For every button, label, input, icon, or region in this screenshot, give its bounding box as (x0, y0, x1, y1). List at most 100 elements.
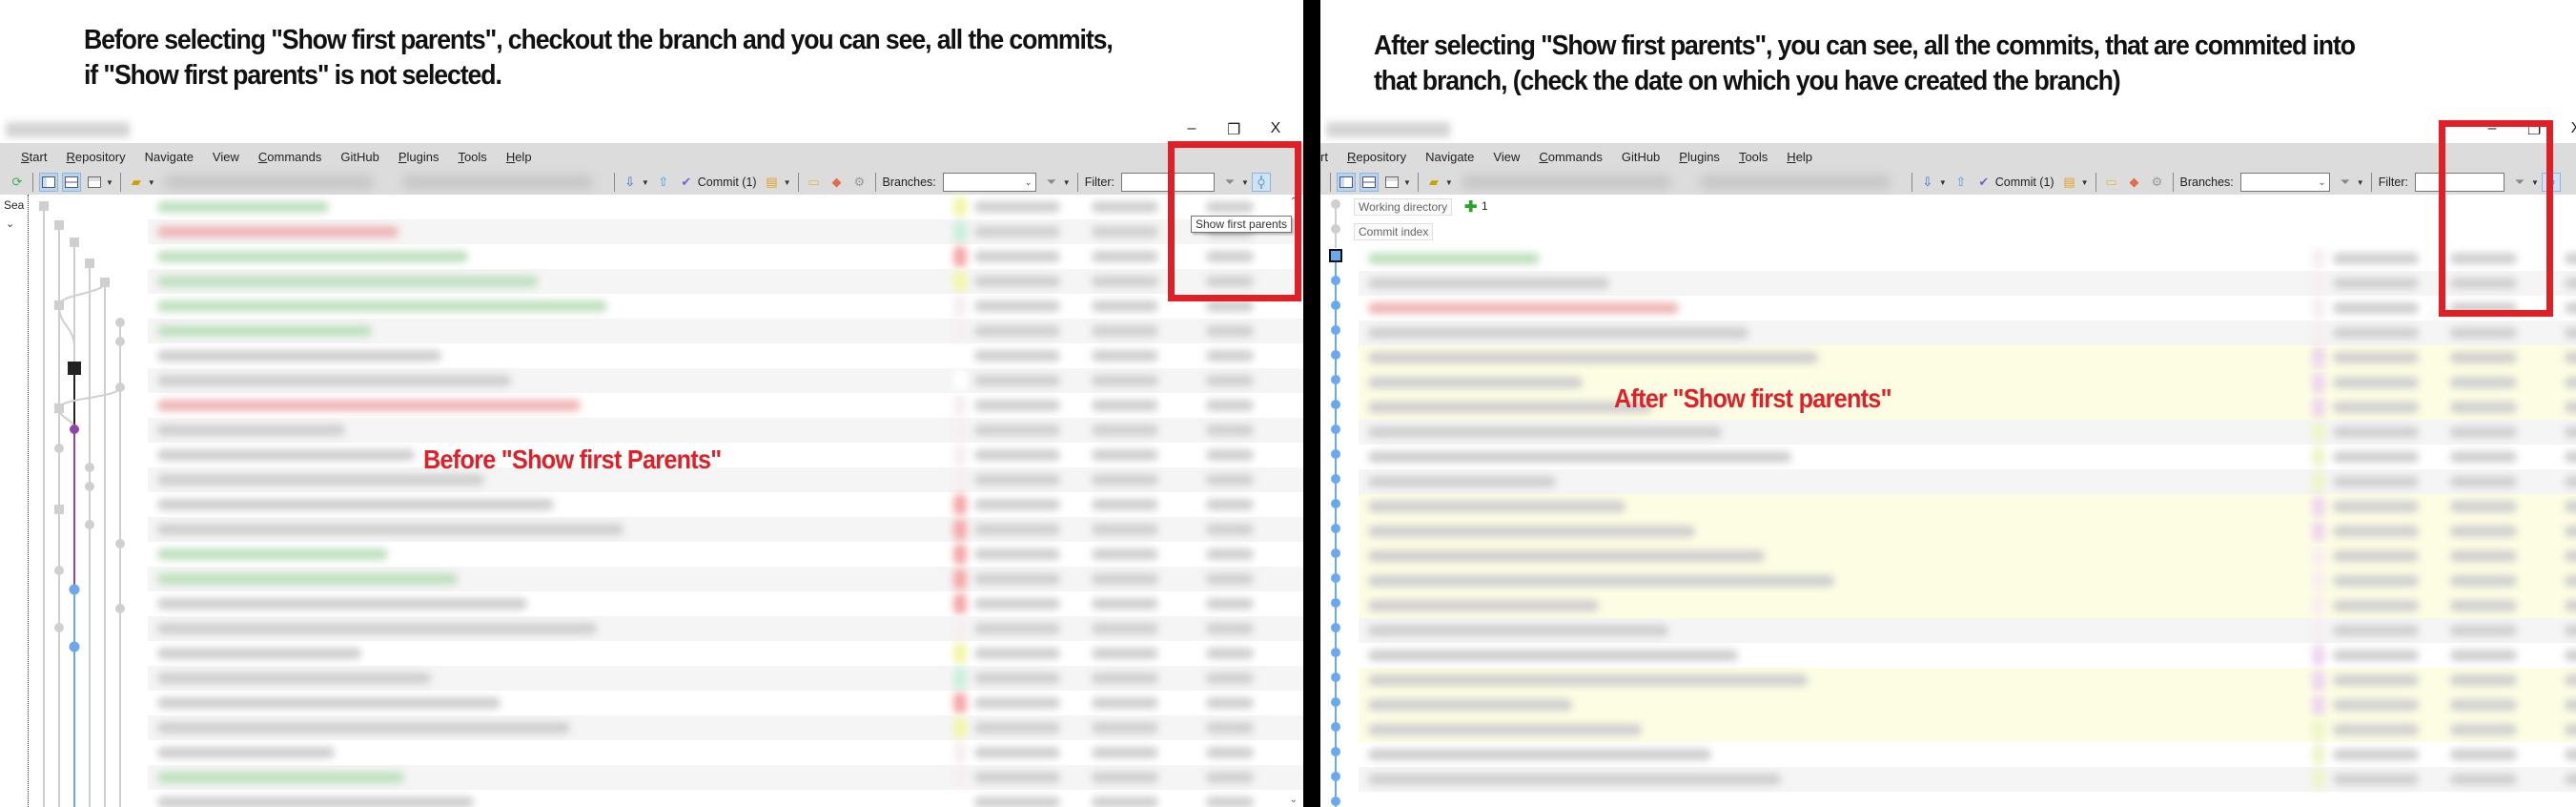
commit-row[interactable] (1359, 618, 2576, 643)
menu-commands[interactable]: Commands (249, 150, 331, 164)
commit-node[interactable] (1331, 697, 1340, 707)
commit-node[interactable] (54, 220, 64, 230)
commit-row[interactable] (1359, 544, 2576, 569)
commit-node[interactable] (1331, 424, 1340, 434)
commit-node[interactable] (54, 404, 64, 413)
commit-node[interactable] (1331, 325, 1340, 335)
commit-node[interactable] (115, 337, 125, 346)
menu-plugins[interactable]: Plugins (389, 150, 449, 164)
commit-node[interactable] (1331, 747, 1340, 756)
commit-node[interactable] (1331, 224, 1340, 234)
commit-row[interactable] (148, 666, 1303, 691)
commit-node[interactable] (85, 463, 94, 472)
commit-row[interactable] (1359, 469, 2576, 494)
commit-node[interactable] (1331, 772, 1340, 781)
commit-node[interactable] (1331, 449, 1340, 459)
refresh-icon[interactable]: ⟳ (8, 173, 27, 192)
commit-row[interactable] (1359, 296, 2576, 321)
commit-row[interactable] (148, 418, 1303, 443)
commit-node[interactable] (1331, 524, 1340, 533)
commit-node[interactable] (54, 444, 64, 453)
commit-row[interactable] (1359, 494, 2576, 519)
layout-top-icon[interactable] (62, 173, 81, 192)
pull-dropdown-caret[interactable]: ▼ (642, 178, 649, 187)
commit-button[interactable]: Commit (1) (698, 176, 757, 189)
commit-row[interactable] (1359, 742, 2576, 767)
commit-node[interactable] (1331, 300, 1340, 310)
menu-help[interactable]: Help (1777, 150, 1822, 164)
commit-row[interactable] (148, 443, 1303, 467)
push-icon[interactable]: ⇧ (1952, 173, 1971, 192)
stash-icon[interactable]: ▤ (2060, 173, 2079, 192)
commit-row[interactable] (1359, 717, 2576, 742)
commit-node[interactable] (100, 278, 110, 287)
layout-dropdown-caret[interactable]: ▼ (1403, 178, 1411, 187)
layout-top-icon[interactable] (1360, 173, 1379, 192)
commit-node[interactable] (69, 584, 80, 595)
commit-row[interactable] (148, 467, 1303, 492)
head-commit-node[interactable] (1329, 249, 1342, 262)
commit-row[interactable] (148, 641, 1303, 666)
menu-commands[interactable]: Commands (1529, 150, 1611, 164)
git-icon[interactable]: ◆ (2125, 173, 2144, 192)
git-icon[interactable]: ◆ (828, 173, 847, 192)
commit-row[interactable] (1359, 643, 2576, 668)
commit-node[interactable] (1331, 722, 1340, 732)
layout-bottom-icon[interactable] (85, 173, 104, 192)
commit-row[interactable] (148, 393, 1303, 418)
commit-node[interactable] (115, 383, 125, 392)
repo-dropdown-caret[interactable]: ▼ (1445, 178, 1453, 187)
commit-row[interactable] (1359, 693, 2576, 717)
chevron-down-icon[interactable]: ⌄ (6, 217, 14, 230)
commit-row[interactable] (148, 492, 1303, 517)
folder-icon[interactable]: ▭ (805, 173, 824, 192)
menu-navigate[interactable]: Navigate (1416, 150, 1483, 164)
commit-node[interactable] (1331, 797, 1340, 806)
commit-row[interactable] (148, 244, 1303, 269)
commit-row[interactable] (148, 691, 1303, 715)
close-button[interactable]: X (1269, 120, 1282, 141)
stash-icon[interactable]: ▤ (763, 173, 782, 192)
commit-row[interactable] (148, 616, 1303, 641)
menu-tools[interactable]: Tools (448, 150, 496, 164)
commit-node[interactable] (115, 539, 125, 548)
commit-row[interactable] (148, 319, 1303, 343)
push-icon[interactable]: ⇧ (654, 173, 673, 192)
menu-navigate[interactable]: Navigate (135, 150, 203, 164)
settings-icon[interactable]: ⚙ (850, 173, 869, 192)
commit-node[interactable] (1331, 350, 1340, 360)
commit-node[interactable] (1331, 598, 1340, 608)
commit-row[interactable] (1359, 370, 2576, 395)
commit-row[interactable] (1359, 271, 2576, 296)
commit-node[interactable] (69, 641, 80, 652)
commit-node[interactable] (1331, 648, 1340, 657)
commit-row[interactable] (148, 368, 1303, 393)
menu-github[interactable]: GitHub (1612, 150, 1669, 164)
commit-row[interactable] (1359, 345, 2576, 370)
commit-row[interactable] (1359, 569, 2576, 593)
commit-icon[interactable]: ✔ (677, 173, 696, 192)
commit-index-label[interactable]: Commit index (1354, 223, 1434, 240)
commit-row[interactable] (148, 294, 1303, 319)
commit-row[interactable] (148, 343, 1303, 368)
close-button[interactable]: X (2569, 120, 2576, 141)
commit-row[interactable] (148, 790, 1303, 807)
commit-node[interactable] (85, 482, 94, 491)
commit-node[interactable] (1331, 400, 1340, 409)
commit-row[interactable] (1359, 668, 2576, 693)
commit-node[interactable] (1331, 199, 1340, 209)
menu-view[interactable]: View (1483, 150, 1529, 164)
menu-help[interactable]: Help (497, 150, 542, 164)
layout-left-icon[interactable] (1337, 173, 1356, 192)
commit-node[interactable] (70, 424, 79, 434)
menu-repository[interactable]: Repository (56, 150, 134, 164)
commit-node[interactable] (1331, 276, 1340, 285)
commit-button[interactable]: Commit (1) (1995, 176, 2055, 189)
commit-row[interactable] (148, 517, 1303, 542)
commit-row[interactable] (1359, 519, 2576, 544)
commit-row[interactable] (1359, 593, 2576, 618)
branch-filter-caret[interactable]: ▼ (1063, 178, 1071, 187)
minimize-button[interactable]: – (1185, 120, 1198, 141)
commit-row[interactable] (1359, 420, 2576, 445)
commit-row[interactable] (148, 765, 1303, 790)
